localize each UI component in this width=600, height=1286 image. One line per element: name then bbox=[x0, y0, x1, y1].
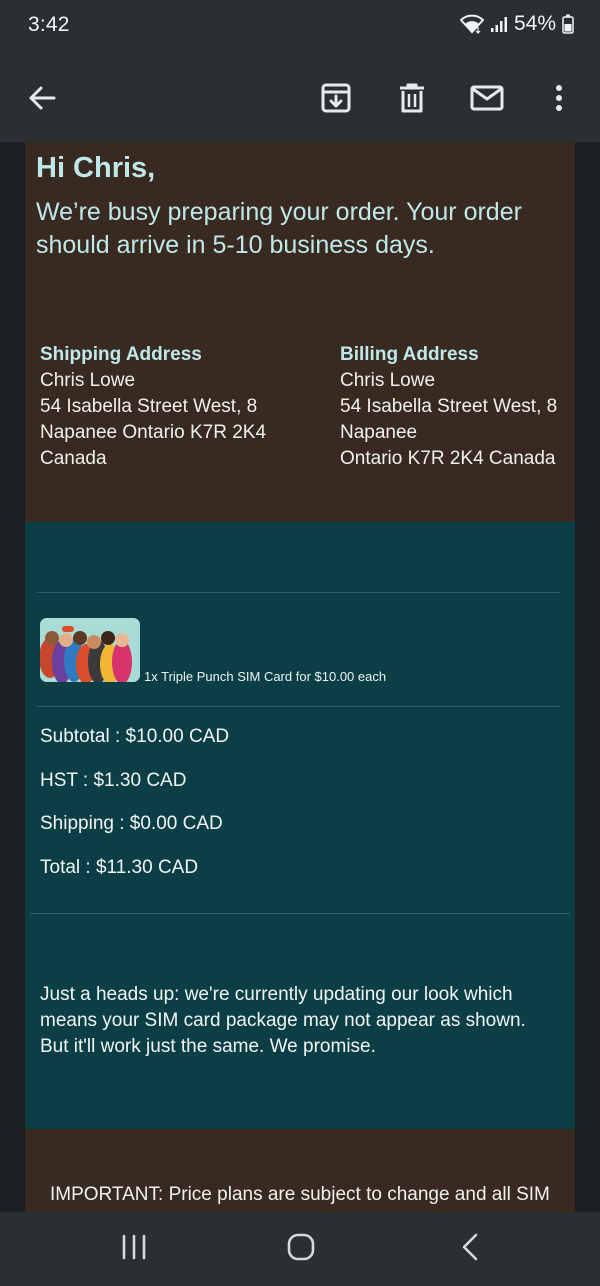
wifi-icon bbox=[459, 14, 484, 34]
system-back-button[interactable] bbox=[440, 1226, 500, 1272]
battery-icon bbox=[562, 14, 574, 34]
home-button[interactable] bbox=[271, 1226, 331, 1272]
billing-address: Billing Address Chris Lowe 54 Isabella S… bbox=[340, 342, 570, 472]
order-intro-section: Hi Chris, We’re busy preparing your orde… bbox=[25, 142, 575, 522]
recents-button[interactable] bbox=[104, 1226, 164, 1272]
mail-icon bbox=[470, 85, 504, 111]
email-toolbar bbox=[0, 54, 600, 142]
billing-address-line: Chris Lowe bbox=[340, 370, 436, 391]
archive-icon bbox=[321, 83, 351, 113]
packaging-note: Just a heads up: we're currently updatin… bbox=[40, 984, 526, 1057]
order-total: Total : $11.30 CAD bbox=[40, 857, 199, 878]
divider bbox=[30, 913, 570, 914]
divider bbox=[37, 592, 560, 593]
shipping-address-line: Chris Lowe bbox=[40, 370, 136, 391]
back-icon bbox=[461, 1233, 479, 1266]
email-body: Hi Chris, We’re busy preparing your orde… bbox=[25, 142, 575, 1212]
subtotal: Subtotal : $10.00 CAD bbox=[40, 726, 230, 747]
sim-card-image[interactable] bbox=[40, 618, 140, 682]
battery-percent: 54% bbox=[513, 12, 556, 35]
disclaimer-section: IMPORTANT: Price plans are subject to ch… bbox=[25, 1129, 575, 1212]
system-navigation-bar bbox=[0, 1212, 600, 1286]
trash-icon bbox=[399, 83, 425, 113]
shipping-address-line: 54 Isabella Street West, 8 bbox=[40, 396, 258, 417]
mark-unread-button[interactable] bbox=[459, 70, 515, 126]
shipping-address-line: Napanee Ontario K7R 2K4 bbox=[40, 422, 267, 443]
order-summary-section: 1x Triple Punch SIM Card for $10.00 each… bbox=[25, 522, 575, 1129]
shipping-cost: Shipping : $0.00 CAD bbox=[40, 813, 223, 834]
billing-address-line: Napanee bbox=[340, 422, 418, 443]
billing-address-line: Ontario K7R 2K4 Canada bbox=[340, 448, 556, 469]
archive-button[interactable] bbox=[308, 70, 364, 126]
important-disclaimer: IMPORTANT: Price plans are subject to ch… bbox=[50, 1184, 550, 1205]
more-options-button[interactable] bbox=[531, 70, 587, 126]
signal-icon bbox=[490, 15, 508, 33]
status-icons: 54% bbox=[459, 12, 574, 36]
back-button[interactable] bbox=[14, 70, 70, 126]
shipping-address: Shipping Address Chris Lowe 54 Isabella … bbox=[40, 342, 320, 472]
shipping-address-line: Canada bbox=[40, 448, 107, 469]
home-icon bbox=[286, 1232, 316, 1267]
shipping-address-heading: Shipping Address bbox=[40, 344, 202, 365]
email-body-scroll[interactable]: Hi Chris, We’re busy preparing your orde… bbox=[0, 142, 600, 1212]
recents-icon bbox=[120, 1234, 148, 1265]
status-time: 3:42 bbox=[28, 13, 70, 36]
billing-address-heading: Billing Address bbox=[340, 344, 479, 365]
hst-tax: HST : $1.30 CAD bbox=[40, 770, 187, 791]
intro-message: We’re busy preparing your order. Your or… bbox=[36, 198, 522, 259]
divider bbox=[37, 706, 560, 707]
delete-button[interactable] bbox=[384, 70, 440, 126]
greeting: Hi Chris, bbox=[36, 152, 156, 184]
more-vert-icon bbox=[555, 84, 563, 112]
billing-address-line: 54 Isabella Street West, 8 bbox=[340, 396, 558, 417]
back-arrow-icon bbox=[28, 86, 56, 110]
status-bar: 3:42 54% bbox=[0, 0, 600, 54]
order-item-description: 1x Triple Punch SIM Card for $10.00 each bbox=[144, 669, 387, 684]
